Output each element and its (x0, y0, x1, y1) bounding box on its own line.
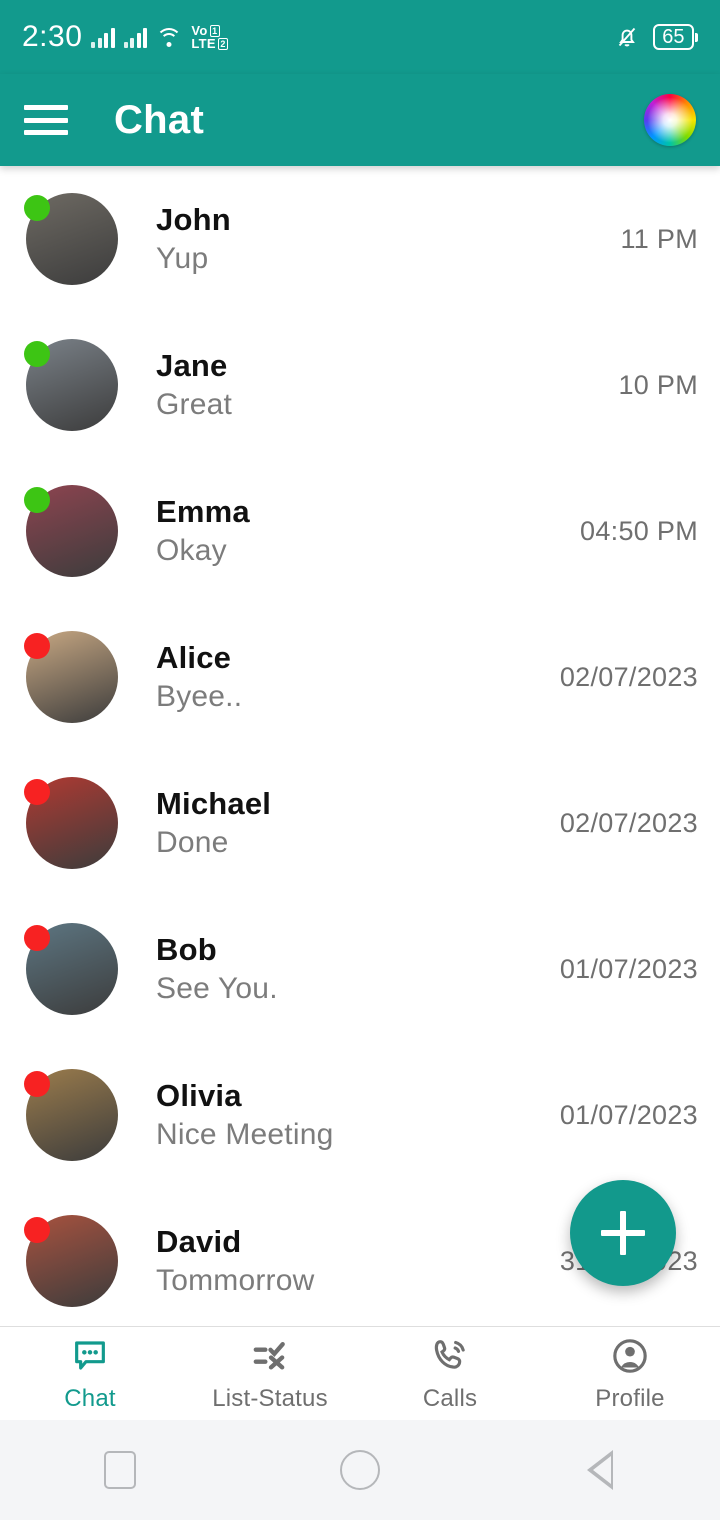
nav-tab-list-status[interactable]: List-Status (180, 1327, 360, 1420)
signal-bars-icon-sim1 (91, 26, 115, 48)
back-triangle-icon[interactable] (480, 1450, 720, 1490)
android-system-nav (0, 1420, 720, 1520)
chat-bubble-icon (70, 1335, 110, 1377)
bottom-navigation: Chat List-Status Calls Profile (0, 1326, 720, 1420)
battery-icon: 65 (653, 24, 698, 50)
color-wheel-icon[interactable] (644, 94, 696, 146)
timestamp: 11 PM (620, 223, 698, 254)
recents-square-icon[interactable] (0, 1451, 240, 1489)
timestamp: 01/07/2023 (559, 1099, 698, 1130)
message-preview: Tommorrow (156, 1264, 315, 1297)
avatar[interactable] (24, 775, 120, 871)
message-preview: Yup (156, 242, 209, 275)
volte-label-bottom: LTE (191, 36, 216, 51)
chat-text-block: Olivia Nice Meeting (156, 1080, 560, 1150)
plus-icon (601, 1211, 645, 1255)
wifi-icon (156, 26, 183, 48)
contact-name: John (156, 202, 231, 237)
status-badge (24, 195, 50, 221)
checklist-icon (250, 1335, 290, 1377)
contact-name: Jane (156, 348, 228, 383)
contact-name: Emma (156, 494, 250, 529)
sim2-badge: 2 (217, 37, 229, 50)
message-preview: Great (156, 388, 233, 421)
avatar[interactable] (24, 337, 120, 433)
timestamp: 01/07/2023 (559, 953, 698, 984)
chat-list-item[interactable]: Jane Great 10 PM (0, 312, 720, 458)
chat-list-item[interactable]: Olivia Nice Meeting 01/07/2023 (0, 1042, 720, 1188)
status-badge (24, 487, 50, 513)
vibrate-icon (615, 25, 639, 49)
status-badge (24, 925, 50, 951)
status-bar: 2:30 Vo 1 LTE 2 65 (0, 0, 720, 74)
status-bar-right: 65 (615, 24, 698, 50)
nav-tab-label: Profile (595, 1384, 665, 1412)
signal-bars-icon-sim2 (123, 26, 148, 48)
status-bar-left: 2:30 Vo 1 LTE 2 (22, 20, 229, 54)
nav-tab-label: List-Status (212, 1384, 328, 1412)
avatar[interactable] (24, 1213, 120, 1309)
chat-list-item[interactable]: Emma Okay 04:50 PM (0, 458, 720, 604)
chat-text-block: John Yup (156, 204, 620, 274)
chat-text-block: Alice Byee.. (156, 642, 560, 712)
status-badge (24, 633, 50, 659)
contact-name: Michael (156, 786, 272, 821)
status-badge (24, 1071, 50, 1097)
chat-list-item[interactable]: John Yup 11 PM (0, 166, 720, 312)
nav-tab-chat[interactable]: Chat (0, 1327, 180, 1420)
chat-text-block: David Tommorrow (156, 1226, 560, 1296)
message-preview: Okay (156, 534, 227, 567)
battery-level: 65 (653, 24, 694, 50)
message-preview: See You. (156, 972, 278, 1005)
timestamp: 02/07/2023 (559, 807, 698, 838)
status-badge (24, 1217, 50, 1243)
hamburger-menu-icon[interactable] (24, 105, 68, 135)
volte-icon: Vo 1 LTE 2 (191, 24, 229, 51)
contact-name: Alice (156, 640, 232, 675)
avatar[interactable] (24, 1067, 120, 1163)
phone-call-icon (430, 1335, 470, 1377)
avatar[interactable] (24, 483, 120, 579)
nav-tab-calls[interactable]: Calls (360, 1327, 540, 1420)
chat-text-block: Michael Done (156, 788, 560, 858)
nav-tab-label: Calls (422, 1384, 478, 1412)
contact-name: Olivia (156, 1078, 242, 1113)
chat-list-item[interactable]: Bob See You. 01/07/2023 (0, 896, 720, 1042)
home-circle-icon[interactable] (240, 1450, 480, 1490)
chat-list-item[interactable]: Michael Done 02/07/2023 (0, 750, 720, 896)
timestamp: 10 PM (618, 369, 698, 400)
new-chat-fab[interactable] (570, 1180, 676, 1286)
sim1-badge: 1 (209, 24, 220, 37)
message-preview: Done (156, 826, 229, 859)
message-preview: Nice Meeting (156, 1118, 334, 1151)
status-badge (24, 779, 50, 805)
chat-list[interactable]: John Yup 11 PM Jane Great 10 PM Emma Okay 04:50 … (0, 166, 720, 1326)
avatar[interactable] (24, 921, 120, 1017)
chat-list-item[interactable]: Alice Byee.. 02/07/2023 (0, 604, 720, 750)
phone-screen: 2:30 Vo 1 LTE 2 65 Chat John Yup 11 PM J… (0, 0, 720, 1520)
nav-tab-label: Chat (64, 1384, 116, 1412)
chat-text-block: Bob See You. (156, 934, 560, 1004)
timestamp: 04:50 PM (580, 515, 698, 546)
timestamp: 02/07/2023 (559, 661, 698, 692)
status-badge (24, 341, 50, 367)
nav-tab-profile[interactable]: Profile (540, 1327, 720, 1420)
page-title: Chat (114, 97, 205, 142)
person-circle-icon (610, 1335, 650, 1377)
contact-name: David (156, 1224, 242, 1259)
avatar[interactable] (24, 191, 120, 287)
contact-name: Bob (156, 932, 217, 967)
app-bar: Chat (0, 74, 720, 166)
chat-text-block: Jane Great (156, 350, 618, 420)
avatar[interactable] (24, 629, 120, 725)
status-clock: 2:30 (22, 20, 83, 53)
chat-text-block: Emma Okay (156, 496, 580, 566)
message-preview: Byee.. (156, 680, 243, 713)
